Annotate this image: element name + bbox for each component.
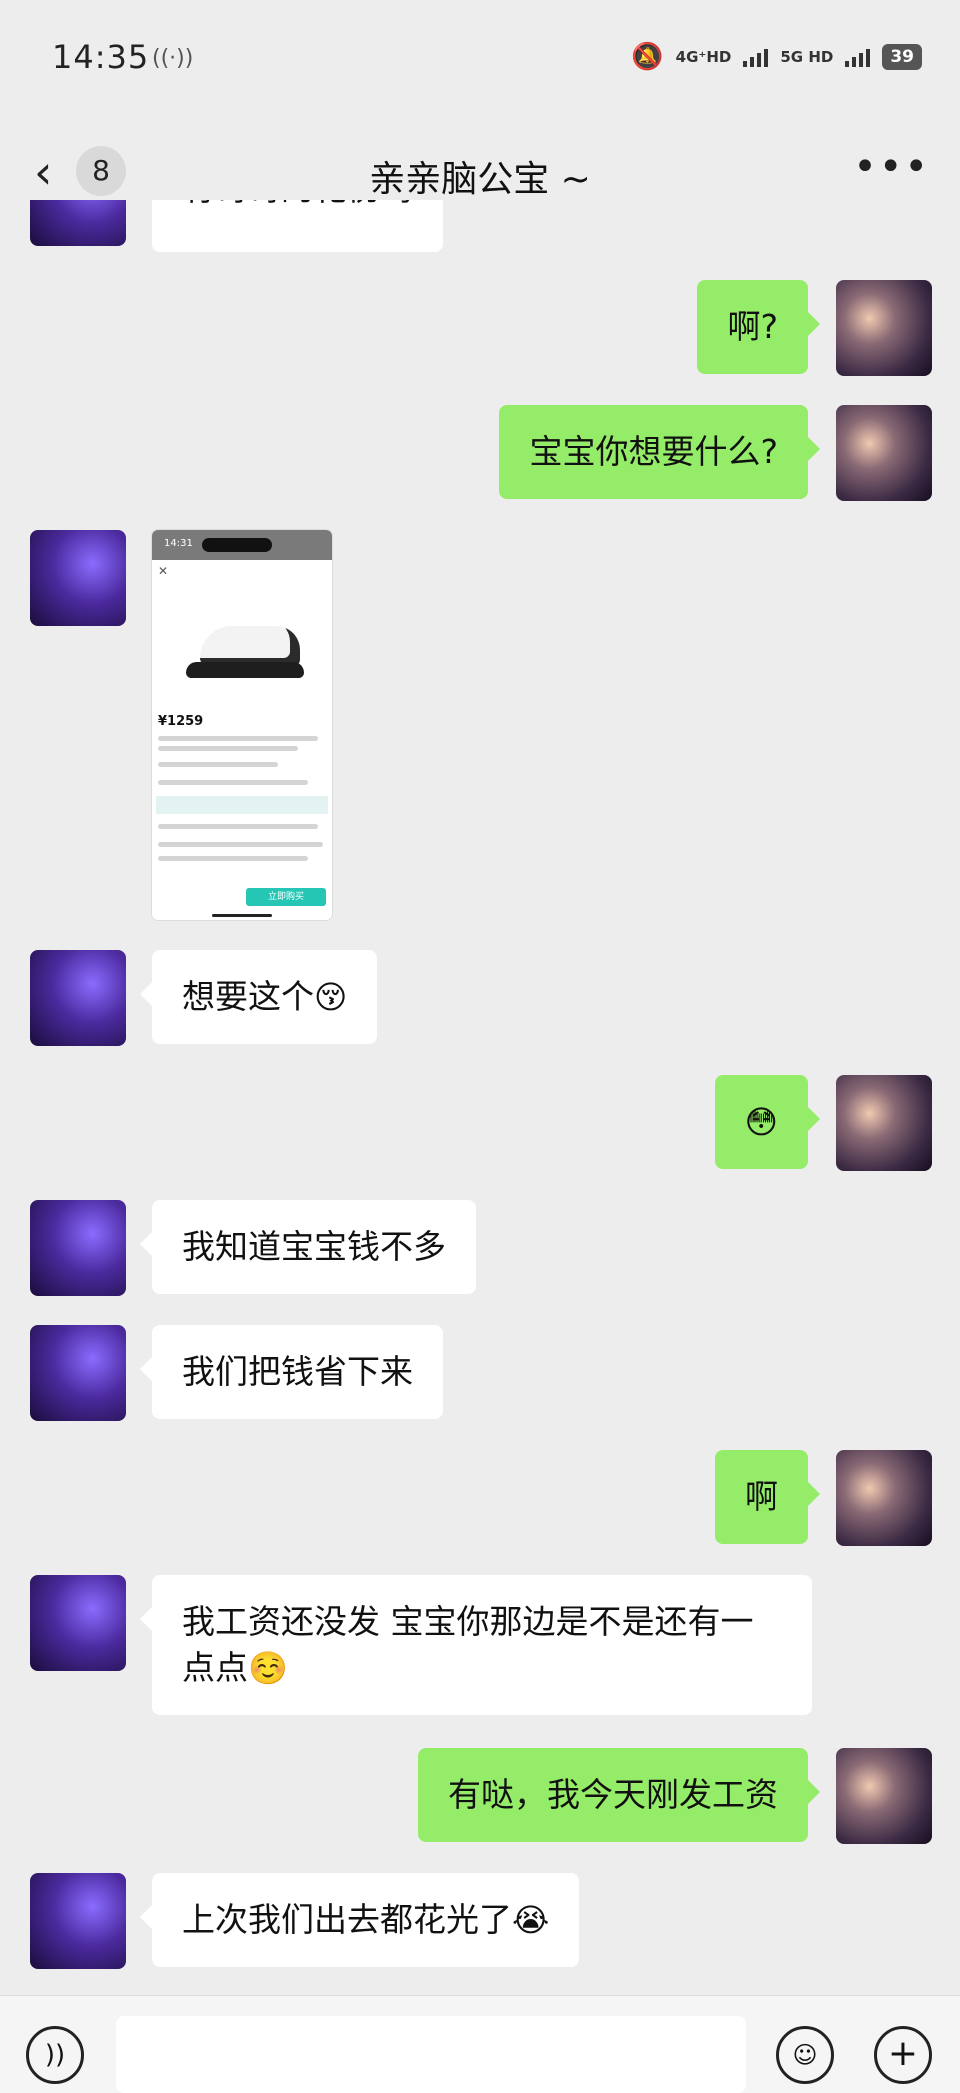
more-actions-plus-icon[interactable]: +: [874, 2026, 932, 2084]
message-bubble-outgoing[interactable]: 有哒，我今天刚发工资: [418, 1748, 820, 1842]
my-avatar[interactable]: [836, 1450, 932, 1546]
message-bubble-incoming[interactable]: 上次我们出去都花光了😭: [139, 1873, 580, 1967]
my-avatar[interactable]: [836, 280, 932, 376]
contact-avatar[interactable]: [30, 950, 126, 1046]
message-bubble-outgoing[interactable]: 😳: [714, 1075, 821, 1169]
message-bubble-incoming[interactable]: 我们把钱省下来: [140, 1325, 443, 1419]
my-avatar[interactable]: [836, 1075, 932, 1171]
status-time: 14:35: [52, 38, 150, 76]
shared-product-screenshot[interactable]: 14:31 ✕ ¥1259 立即购买: [152, 530, 332, 920]
contact-avatar[interactable]: [30, 1575, 126, 1671]
contact-avatar[interactable]: [30, 530, 126, 626]
message-bubble-incoming[interactable]: 想要这个😚: [139, 950, 378, 1044]
battery-indicator: 39: [882, 44, 922, 70]
flushed-face-emoji: 😳: [744, 1103, 778, 1141]
image-close-icon: ✕: [158, 564, 169, 578]
signal-bars-icon: [743, 47, 769, 67]
network-4g-label: 4G⁺HD: [675, 47, 732, 66]
nfc-icon: ((·)): [152, 46, 194, 71]
message-text: 想要这个: [182, 977, 314, 1016]
my-avatar[interactable]: [836, 1748, 932, 1844]
my-avatar[interactable]: [836, 405, 932, 501]
status-icons: 🔕 4G⁺HD 5G HD 39: [631, 42, 922, 72]
contact-avatar[interactable]: [30, 200, 126, 246]
message-bubble-outgoing[interactable]: 啊?: [697, 280, 820, 374]
product-price: ¥1259: [158, 714, 204, 729]
product-info-band: [156, 796, 328, 814]
emoji-picker-icon[interactable]: ☺: [776, 2026, 834, 2084]
contact-avatar[interactable]: [30, 1325, 126, 1421]
message-list[interactable]: 有哥哥的花伤吗 啊? 宝宝你想要什么? 14:31 ✕ ¥1259 立即购买 想…: [0, 200, 960, 1995]
signal-bars-icon-2: [845, 47, 871, 67]
message-bubble-outgoing[interactable]: 啊: [715, 1450, 820, 1544]
network-5g-label: 5G HD: [780, 47, 834, 66]
voice-input-icon[interactable]: )): [26, 2026, 84, 2084]
contact-avatar[interactable]: [30, 1200, 126, 1296]
more-options-icon[interactable]: •••: [853, 144, 930, 190]
sneaker-image: [186, 622, 306, 678]
message-bubble-incoming[interactable]: 我知道宝宝钱不多: [140, 1200, 476, 1294]
crying-face-emoji: 😭: [512, 1901, 550, 1939]
message-text: 上次我们出去都花光了: [182, 1900, 512, 1939]
message-bubble-incoming[interactable]: 我工资还没发 宝宝你那边是不是还有一点点☺️: [140, 1575, 812, 1715]
chat-title: 亲亲脑公宝 ~: [369, 159, 591, 200]
input-bar: )) ☺ +: [0, 1995, 960, 2093]
contact-avatar[interactable]: [30, 1873, 126, 1969]
message-bubble-incoming[interactable]: 有哥哥的花伤吗: [152, 200, 443, 252]
buy-now-button: 立即购买: [246, 888, 326, 906]
message-input[interactable]: [116, 2016, 746, 2093]
image-clock: 14:31: [164, 538, 193, 549]
kissing-face-emoji: 😚: [314, 978, 348, 1016]
smiling-face-emoji: ☺️: [248, 1649, 288, 1687]
mute-bell-icon: 🔕: [631, 42, 664, 72]
message-bubble-outgoing[interactable]: 宝宝你想要什么?: [499, 405, 820, 499]
status-bar: 14:35 ((·)) 🔕 4G⁺HD 5G HD 39: [0, 0, 960, 120]
